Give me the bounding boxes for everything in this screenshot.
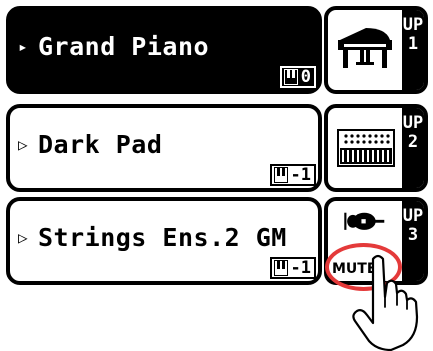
piano-icon (338, 28, 392, 68)
track-row-up1: ▸ Grand Piano 0 UP1 (6, 6, 431, 94)
sound-button-up2[interactable]: ▷ Dark Pad -1 (6, 104, 322, 192)
octave-indicator-up3: -1 (269, 257, 316, 279)
keyboard-mini-icon (283, 69, 298, 85)
keyboard-icon (337, 129, 395, 167)
keyboard-mini-icon (273, 260, 288, 276)
pointing-hand-icon (352, 254, 419, 351)
strings-icon (344, 212, 385, 230)
keyboard-mini-icon (273, 167, 288, 183)
play-arrow-icon: ▷ (18, 135, 29, 154)
octave-indicator-up2: -1 (269, 164, 316, 186)
sound-button-up1[interactable]: ▸ Grand Piano 0 (6, 6, 322, 94)
octave-indicator-up1: 0 (279, 66, 316, 88)
sound-name-up3: ▷ Strings Ens.2 GM (18, 223, 287, 252)
part-label-up1: UP1 (402, 10, 424, 90)
part-button-up2[interactable]: UP2 (324, 104, 428, 192)
track-row-up2: ▷ Dark Pad -1 UP2 (6, 104, 431, 192)
part-button-up1[interactable]: UP1 (324, 6, 428, 94)
selected-arrow-icon: ▸ (18, 37, 29, 56)
sound-button-up3[interactable]: ▷ Strings Ens.2 GM -1 (6, 197, 322, 285)
sound-name-up2: ▷ Dark Pad (18, 130, 163, 159)
play-arrow-icon: ▷ (18, 228, 29, 247)
sound-name-up1: ▸ Grand Piano (18, 32, 210, 61)
part-label-up2: UP2 (402, 108, 424, 188)
